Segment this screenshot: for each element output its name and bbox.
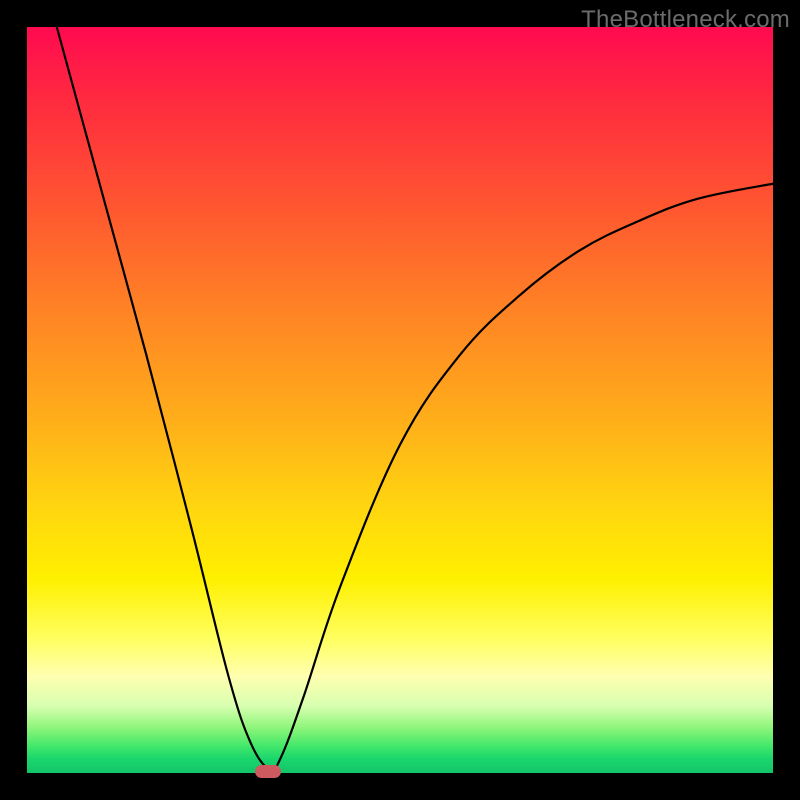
chart-plot-area — [27, 27, 773, 773]
bottleneck-curve — [27, 27, 773, 773]
watermark-text: TheBottleneck.com — [581, 6, 790, 34]
optimal-point-marker — [255, 765, 281, 778]
